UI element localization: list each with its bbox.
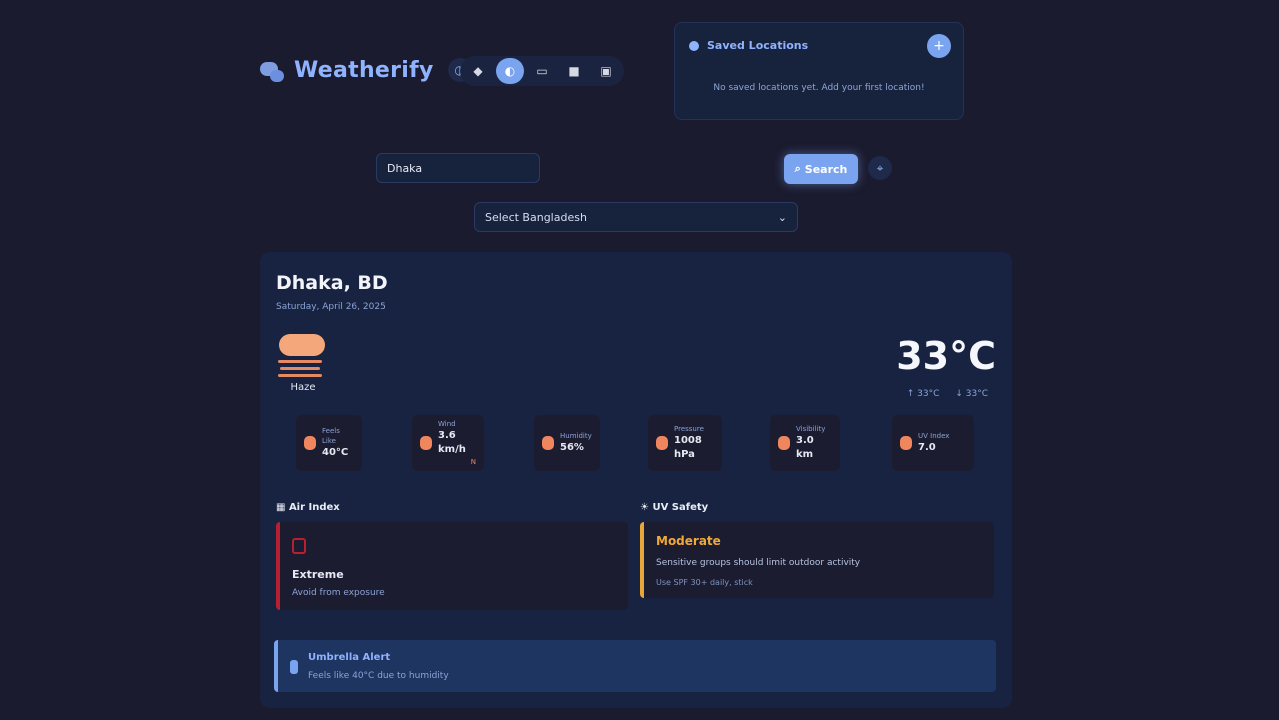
sun-icon (900, 436, 912, 450)
haze-icon (276, 330, 330, 378)
stat-value: 40°C (322, 447, 349, 458)
search-icon: ⌕ (794, 162, 801, 175)
country-select-value: Select Bangladesh (485, 210, 587, 224)
high-temperature: ↑ 33°C (906, 389, 940, 399)
app-logo: Weatherify ◑ (258, 56, 472, 84)
umbrella-icon (290, 660, 298, 674)
location-pin-icon (689, 40, 699, 51)
theme-option-2[interactable]: ◐ (496, 58, 524, 84)
stat-label: UV Index (918, 432, 950, 440)
stat-label: Pressure (674, 425, 704, 433)
city-search-input[interactable] (376, 153, 540, 183)
app-title: Weatherify (294, 57, 434, 83)
stat-text: UV Index 7.0 (918, 431, 949, 455)
chevron-down-icon: ⌄ (777, 210, 787, 224)
stat-text: Visibility 3.0 km (796, 424, 832, 462)
stat-label: Humidity (560, 432, 592, 440)
current-location-button[interactable]: ⌖ (868, 156, 892, 180)
stat-label: Wind (438, 420, 456, 428)
air-quality-description: Avoid from exposure (292, 588, 385, 598)
saved-locations-header: Saved Locations (689, 39, 808, 52)
stat-value: 7.0 (918, 442, 936, 453)
theme-option-5[interactable]: ▣ (592, 58, 620, 84)
add-location-button[interactable]: + (927, 34, 951, 58)
saved-locations-title: Saved Locations (707, 39, 809, 52)
air-quality-box: Extreme Avoid from exposure (276, 522, 628, 610)
crosshair-icon: ⌖ (876, 160, 884, 175)
stat-tile-gauge: Pressure 1008 hPa (648, 415, 722, 471)
current-weather-card: Dhaka, BD Saturday, April 26, 2025 Haze … (260, 252, 1012, 708)
weather-tip: Umbrella Alert Feels like 40°C due to hu… (274, 640, 996, 692)
wind-direction: N (470, 458, 476, 466)
stat-text: Pressure 1008 hPa (674, 424, 714, 462)
air-index-heading: ▦ Air Index (276, 502, 340, 513)
current-date: Saturday, April 26, 2025 (276, 302, 386, 312)
stat-value: 1008 hPa (674, 435, 702, 460)
uv-safety-box: Moderate Sensitive groups should limit o… (640, 522, 994, 598)
droplet-icon (542, 436, 554, 450)
stat-value: 3.6 km/h (438, 430, 466, 455)
uv-recommendation: Use SPF 30+ daily, stick (656, 578, 753, 587)
search-button[interactable]: ⌕ Search (784, 154, 858, 184)
uv-level: Moderate (656, 534, 721, 548)
saved-locations-panel: Saved Locations + No saved locations yet… (674, 22, 964, 120)
sun-icon: ☀ (640, 502, 653, 513)
palette-icon-1: ◆ (473, 64, 483, 78)
air-index-heading-text: Air Index (288, 502, 340, 513)
wind-icon (420, 436, 432, 450)
stat-tile-thermometer: Feels Like 40°C (296, 415, 362, 471)
stat-tile-eye: Visibility 3.0 km (770, 415, 840, 471)
palette-icon-2: ◐ (504, 64, 516, 78)
stat-label: Visibility (796, 425, 826, 433)
stat-label: Feels Like (322, 427, 340, 445)
eye-icon (778, 436, 790, 450)
tip-text: Feels like 40°C due to humidity (308, 671, 449, 681)
theme-option-1[interactable]: ◆ (464, 58, 492, 84)
tip-title: Umbrella Alert (308, 652, 391, 663)
stat-text: Humidity 56% (560, 431, 592, 455)
palette-icon-4: ■ (568, 64, 580, 78)
stat-text: Feels Like 40°C (322, 426, 354, 460)
stat-value: 56% (560, 442, 584, 453)
gauge-icon (656, 436, 668, 450)
stat-value: 3.0 km (796, 435, 814, 460)
theme-option-4[interactable]: ■ (560, 58, 588, 84)
country-select[interactable]: Select Bangladesh ⌄ (474, 202, 798, 232)
search-button-label: Search (804, 162, 848, 176)
theme-option-3[interactable]: ▭ (528, 58, 556, 84)
stat-tile-droplet: Humidity 56% (534, 415, 600, 471)
theme-switcher: ◆ ◐ ▭ ■ ▣ (460, 56, 624, 86)
thermometer-icon (304, 436, 316, 450)
current-temperature: 33°C (896, 334, 996, 378)
stat-text: Wind 3.6 km/h N (438, 419, 476, 467)
low-temperature: ↓ 33°C (955, 389, 988, 399)
stat-tile-sun: UV Index 7.0 (892, 415, 974, 471)
air-quality-icon: ▦ (276, 502, 289, 513)
cloud-logo-icon (258, 56, 286, 84)
uv-safety-heading-text: UV Safety (652, 502, 709, 513)
stat-tile-wind: Wind 3.6 km/h N (412, 415, 484, 471)
saved-locations-empty-text: No saved locations yet. Add your first l… (713, 83, 925, 93)
city-name: Dhaka, BD (276, 272, 388, 294)
uv-description: Sensitive groups should limit outdoor ac… (656, 558, 861, 568)
mask-icon (292, 538, 306, 554)
palette-icon-5: ▣ (600, 64, 612, 78)
uv-safety-heading: ☀ UV Safety (640, 502, 708, 513)
high-low-temps: ↑ 33°C ↓ 33°C (907, 389, 988, 399)
air-quality-level: Extreme (292, 568, 344, 581)
weather-condition: Haze (290, 382, 316, 393)
palette-icon-3: ▭ (536, 64, 548, 78)
